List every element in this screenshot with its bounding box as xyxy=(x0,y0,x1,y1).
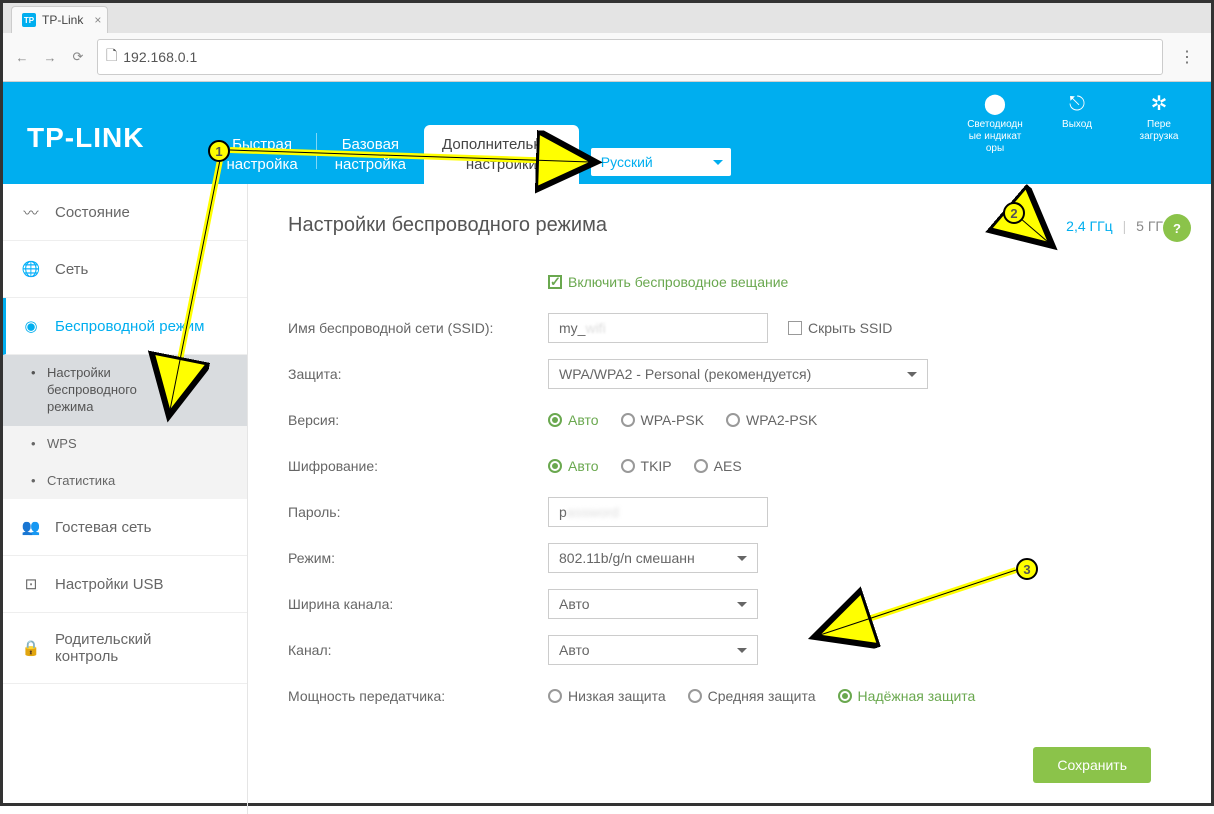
browser-menu-button[interactable]: ⋮ xyxy=(1173,47,1201,67)
callout-1: 1 xyxy=(208,140,230,162)
channel-select[interactable]: Авто xyxy=(548,635,758,665)
password-label: Пароль: xyxy=(288,504,548,520)
sidebar-item-status[interactable]: 〰 Состояние xyxy=(3,184,247,241)
language-select[interactable]: Русский xyxy=(591,148,731,176)
favicon-icon: TP xyxy=(22,13,36,27)
checkbox-icon xyxy=(548,275,562,289)
page-title: Настройки беспроводного режима xyxy=(288,214,607,237)
wave-icon: 〰 xyxy=(21,202,41,222)
freq-tab-24[interactable]: 2,4 ГГц xyxy=(1066,218,1113,234)
password-value: p xyxy=(559,504,567,520)
content: ? Настройки беспроводного режима 2,4 ГГц… xyxy=(248,184,1211,814)
language-value: Русский xyxy=(591,148,731,176)
txpower-radio-low[interactable]: Низкая защита xyxy=(548,688,666,704)
channel-width-label: Ширина канала: xyxy=(288,596,548,612)
address-bar[interactable]: 🗋 192.168.0.1 xyxy=(97,39,1163,75)
browser-chrome: TP TP-Link × ← → ⟳ 🗋 192.168.0.1 ⋮ xyxy=(3,3,1211,82)
sidebar-label: Состояние xyxy=(55,204,130,221)
callout-2: 2 xyxy=(1003,202,1025,224)
save-button[interactable]: Сохранить xyxy=(1033,747,1151,783)
reboot-button[interactable]: ✲ Пере загрузка xyxy=(1127,92,1191,155)
browser-tab[interactable]: TP TP-Link × xyxy=(11,6,108,33)
title-row: Настройки беспроводного режима 2,4 ГГц |… xyxy=(288,214,1171,237)
password-input[interactable]: password xyxy=(548,497,768,527)
close-icon[interactable]: × xyxy=(94,13,101,27)
reboot-icon: ✲ xyxy=(1151,92,1168,116)
enable-wireless-checkbox[interactable]: Включить беспроводное вещание xyxy=(548,274,788,290)
sidebar-item-wireless[interactable]: ◉ Беспроводной режим xyxy=(3,298,247,355)
usb-icon: ⊡ xyxy=(21,574,41,594)
sidebar: 〰 Состояние 🌐 Сеть ◉ Беспроводной режим … xyxy=(3,184,248,814)
version-radio-wpa2[interactable]: WPA2-PSK xyxy=(726,412,817,428)
logo: TP-LINK xyxy=(3,122,168,184)
wifi-icon: ◉ xyxy=(21,316,41,336)
ssid-input[interactable]: my_wifi xyxy=(548,313,768,343)
sidebar-label: Гостевая сеть xyxy=(55,519,151,536)
reload-button[interactable]: ⟳ xyxy=(69,48,87,66)
encryption-radio-tkip[interactable]: TKIP xyxy=(621,458,672,474)
logout-button[interactable]: ⎋ Выход xyxy=(1045,92,1109,155)
reboot-label: Пере загрузка xyxy=(1140,119,1179,143)
site-info-icon[interactable]: 🗋 xyxy=(106,45,117,69)
security-label: Защита: xyxy=(288,366,548,382)
encryption-radio-auto[interactable]: Авто xyxy=(548,458,599,474)
ssid-label: Имя беспроводной сети (SSID): xyxy=(288,320,548,336)
led-button[interactable]: ⬤ Светодиодн ые индикат оры xyxy=(963,92,1027,155)
checkbox-icon xyxy=(788,321,802,335)
sidebar-sub-wps[interactable]: WPS xyxy=(3,426,247,463)
frequency-tabs: 2,4 ГГц | 5 ГГц xyxy=(1066,218,1171,234)
channel-label: Канал: xyxy=(288,642,548,658)
version-radio-auto[interactable]: Авто xyxy=(548,412,599,428)
txpower-radio-high[interactable]: Надёжная защита xyxy=(838,688,976,704)
tab-basic[interactable]: Базовая настройка xyxy=(317,125,424,184)
lock-icon: 🔒 xyxy=(21,638,41,658)
back-button[interactable]: ← xyxy=(13,48,31,66)
tab-advanced[interactable]: Дополнительные настройки xyxy=(424,125,579,184)
callout-3: 3 xyxy=(1016,558,1038,580)
security-select[interactable]: WPA/WPA2 - Personal (рекомендуется) xyxy=(548,359,928,389)
txpower-label: Мощность передатчика: xyxy=(288,688,548,704)
encryption-label: Шифрование: xyxy=(288,458,548,474)
logout-icon: ⎋ xyxy=(1069,92,1085,116)
tab-title: TP-Link xyxy=(42,13,83,27)
sidebar-label: Настройки USB xyxy=(55,576,164,593)
channel-width-select[interactable]: Авто xyxy=(548,589,758,619)
sidebar-item-usb[interactable]: ⊡ Настройки USB xyxy=(3,556,247,613)
sidebar-sub-wireless-settings[interactable]: Настройки беспроводного режима xyxy=(3,355,247,426)
sidebar-label: Родительский контроль xyxy=(55,631,151,665)
sidebar-label: Беспроводной режим xyxy=(55,318,204,335)
wireless-submenu: Настройки беспроводного режима WPS Стати… xyxy=(3,355,247,499)
mode-select[interactable]: 802.11b/g/n смешанн xyxy=(548,543,758,573)
hide-ssid-label: Скрыть SSID xyxy=(808,320,892,336)
header-icons: ⬤ Светодиодн ые индикат оры ⎋ Выход ✲ Пе… xyxy=(963,92,1191,155)
freq-separator: | xyxy=(1123,218,1127,234)
encryption-radio-aes[interactable]: AES xyxy=(694,458,742,474)
help-button[interactable]: ? xyxy=(1163,214,1191,242)
sidebar-item-network[interactable]: 🌐 Сеть xyxy=(3,241,247,298)
txpower-radio-mid[interactable]: Средняя защита xyxy=(688,688,816,704)
sidebar-item-guest[interactable]: 👥 Гостевая сеть xyxy=(3,499,247,556)
sidebar-sub-statistics[interactable]: Статистика xyxy=(3,463,247,500)
forward-button[interactable]: → xyxy=(41,48,59,66)
app-header: TP-LINK Быстрая настройка Базовая настро… xyxy=(3,82,1211,184)
sidebar-label: Сеть xyxy=(55,261,88,278)
users-icon: 👥 xyxy=(21,517,41,537)
version-label: Версия: xyxy=(288,412,548,428)
body: 〰 Состояние 🌐 Сеть ◉ Беспроводной режим … xyxy=(3,184,1211,814)
logout-label: Выход xyxy=(1062,119,1092,131)
enable-wireless-label: Включить беспроводное вещание xyxy=(568,274,788,290)
browser-toolbar: ← → ⟳ 🗋 192.168.0.1 ⋮ xyxy=(3,33,1211,82)
sidebar-item-parental[interactable]: 🔒 Родительский контроль xyxy=(3,613,247,684)
nav-tabs: Быстрая настройка Базовая настройка Допо… xyxy=(208,125,578,184)
wireless-form: Включить беспроводное вещание Имя беспро… xyxy=(288,267,1171,711)
mode-label: Режим: xyxy=(288,550,548,566)
globe-icon: 🌐 xyxy=(21,259,41,279)
bulb-icon: ⬤ xyxy=(984,92,1006,116)
version-radio-wpa[interactable]: WPA-PSK xyxy=(621,412,705,428)
tab-strip: TP TP-Link × xyxy=(3,3,1211,33)
led-label: Светодиодн ые индикат оры xyxy=(967,119,1023,155)
ssid-value: my_ xyxy=(559,320,585,336)
hide-ssid-checkbox[interactable]: Скрыть SSID xyxy=(788,320,892,336)
url-text: 192.168.0.1 xyxy=(123,49,197,65)
